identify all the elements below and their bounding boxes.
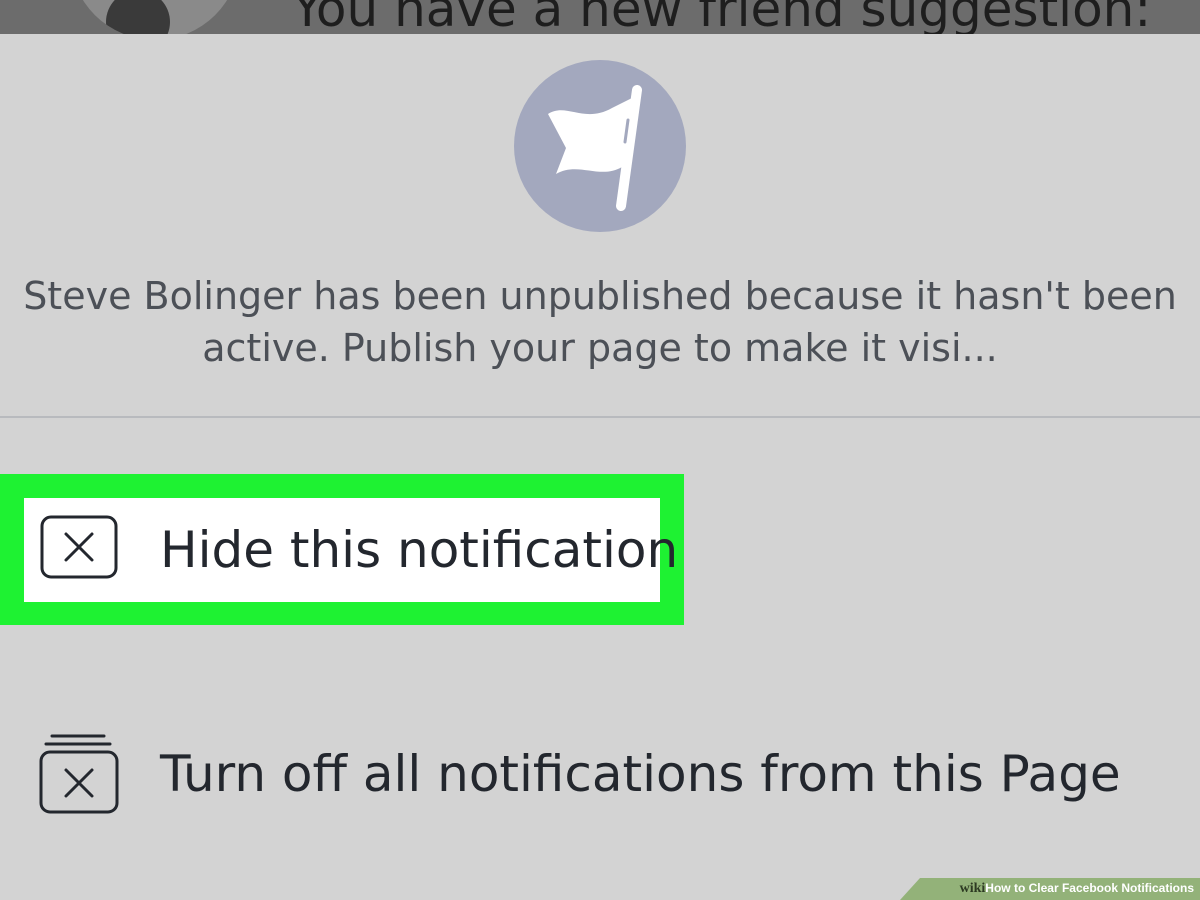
watermark-title: How to Clear Facebook Notifications (985, 881, 1194, 895)
top-notification-strip[interactable]: You have a new friend suggestion: (0, 0, 1200, 34)
turn-off-notifications-option[interactable]: Turn off all notifications from this Pag… (0, 724, 1200, 834)
wikihow-logo: wiki (959, 881, 986, 896)
hide-notification-label: Hide this notification (160, 521, 679, 579)
top-notification-text: You have a new friend suggestion: (292, 0, 1152, 34)
stacked-close-box-icon (39, 734, 119, 814)
turn-off-notifications-label: Turn off all notifications from this Pag… (160, 745, 1121, 803)
notification-options-sheet: Steve Bolinger has been unpublished beca… (0, 34, 1200, 900)
flag-icon (514, 60, 686, 232)
hide-notification-option[interactable]: Hide this notification (24, 498, 678, 602)
wikihow-watermark: wikiHow to Clear Facebook Notifications (900, 878, 1200, 900)
notification-message: Steve Bolinger has been unpublished beca… (23, 274, 1177, 370)
close-box-icon (40, 515, 118, 579)
avatar (70, 0, 240, 34)
divider (0, 416, 1200, 418)
